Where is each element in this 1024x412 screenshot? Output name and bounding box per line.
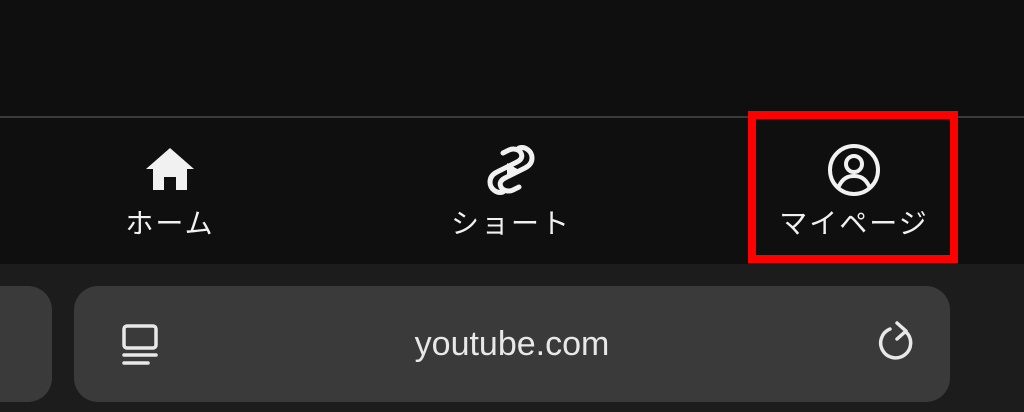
shorts-icon [483, 142, 539, 198]
content-area [0, 0, 1024, 116]
account-circle-icon [826, 142, 882, 198]
browser-toolbar: youtube.com [0, 264, 1024, 412]
nav-label-home: ホーム [125, 207, 215, 240]
previous-tab-pill[interactable] [0, 286, 52, 402]
nav-label-mypage: マイページ [779, 207, 929, 240]
nav-label-shorts: ショート [450, 207, 571, 240]
reload-icon[interactable] [870, 320, 918, 368]
nav-item-mypage[interactable]: マイページ [751, 118, 957, 264]
home-icon [142, 142, 198, 198]
reader-mode-icon[interactable] [118, 322, 162, 370]
bottom-navigation: ホーム ショート マイページ [0, 118, 1024, 264]
address-bar[interactable]: youtube.com [74, 286, 950, 402]
nav-item-home[interactable]: ホーム [70, 118, 270, 264]
nav-item-shorts[interactable]: ショート [411, 118, 611, 264]
url-text[interactable]: youtube.com [74, 286, 950, 402]
